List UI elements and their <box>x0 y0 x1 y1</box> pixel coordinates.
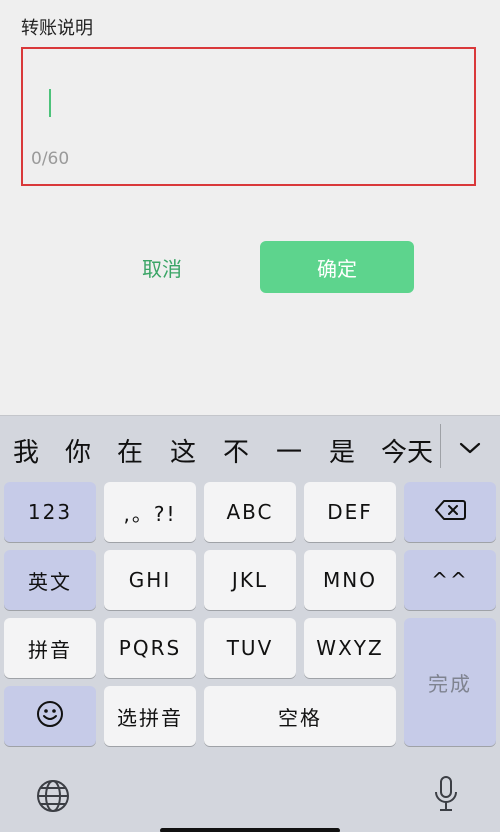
candidate-word[interactable]: 今天 <box>378 430 436 470</box>
memo-input[interactable]: 0/60 <box>21 47 476 186</box>
candidate-word[interactable]: 在 <box>112 430 148 470</box>
key-ghi[interactable]: GHI <box>104 550 196 610</box>
key-tuv[interactable]: TUV <box>204 618 296 678</box>
key-pqrs[interactable]: PQRS <box>104 618 196 678</box>
backspace-icon <box>434 499 466 526</box>
key-abc[interactable]: ABC <box>204 482 296 542</box>
candidate-word[interactable]: 是 <box>324 430 360 470</box>
chevron-down-icon[interactable] <box>452 428 488 468</box>
key-select-pinyin[interactable]: 选拼音 <box>104 686 196 746</box>
key-punctuation[interactable]: ,。?! <box>104 482 196 542</box>
key-numbers[interactable]: 123 <box>4 482 96 542</box>
key-wxyz[interactable]: WXYZ <box>304 618 396 678</box>
backspace-key[interactable] <box>404 482 496 542</box>
text-caret <box>49 89 51 117</box>
candidate-word[interactable]: 不 <box>218 430 254 470</box>
key-jkl[interactable]: JKL <box>204 550 296 610</box>
confirm-button[interactable]: 确定 <box>260 241 414 293</box>
candidate-word[interactable]: 你 <box>60 430 96 470</box>
key-pinyin[interactable]: 拼音 <box>4 618 96 678</box>
space-key[interactable]: 空格 <box>204 686 396 746</box>
key-kaomoji[interactable]: ^^ <box>404 550 496 610</box>
emoji-key[interactable] <box>4 686 96 746</box>
key-english[interactable]: 英文 <box>4 550 96 610</box>
candidate-divider <box>440 424 441 468</box>
globe-icon[interactable] <box>33 776 73 816</box>
candidate-bar: 我 你 在 这 不 一 是 今天 <box>0 416 500 482</box>
home-indicator <box>160 828 340 832</box>
candidate-word[interactable]: 一 <box>271 430 307 470</box>
emoji-icon <box>36 700 64 733</box>
section-label: 转账说明 <box>21 18 93 39</box>
key-mno[interactable]: MNO <box>304 550 396 610</box>
candidate-word[interactable]: 我 <box>8 430 44 470</box>
microphone-icon[interactable] <box>426 774 466 814</box>
key-def[interactable]: DEF <box>304 482 396 542</box>
memo-char-counter: 0/60 <box>31 149 70 169</box>
candidate-word[interactable]: 这 <box>165 430 201 470</box>
keyboard: 我 你 在 这 不 一 是 今天 123 ,。?! ABC DEF 英文 GHI… <box>0 415 500 832</box>
done-key[interactable]: 完成 <box>404 618 496 746</box>
cancel-button[interactable]: 取消 <box>112 241 212 293</box>
